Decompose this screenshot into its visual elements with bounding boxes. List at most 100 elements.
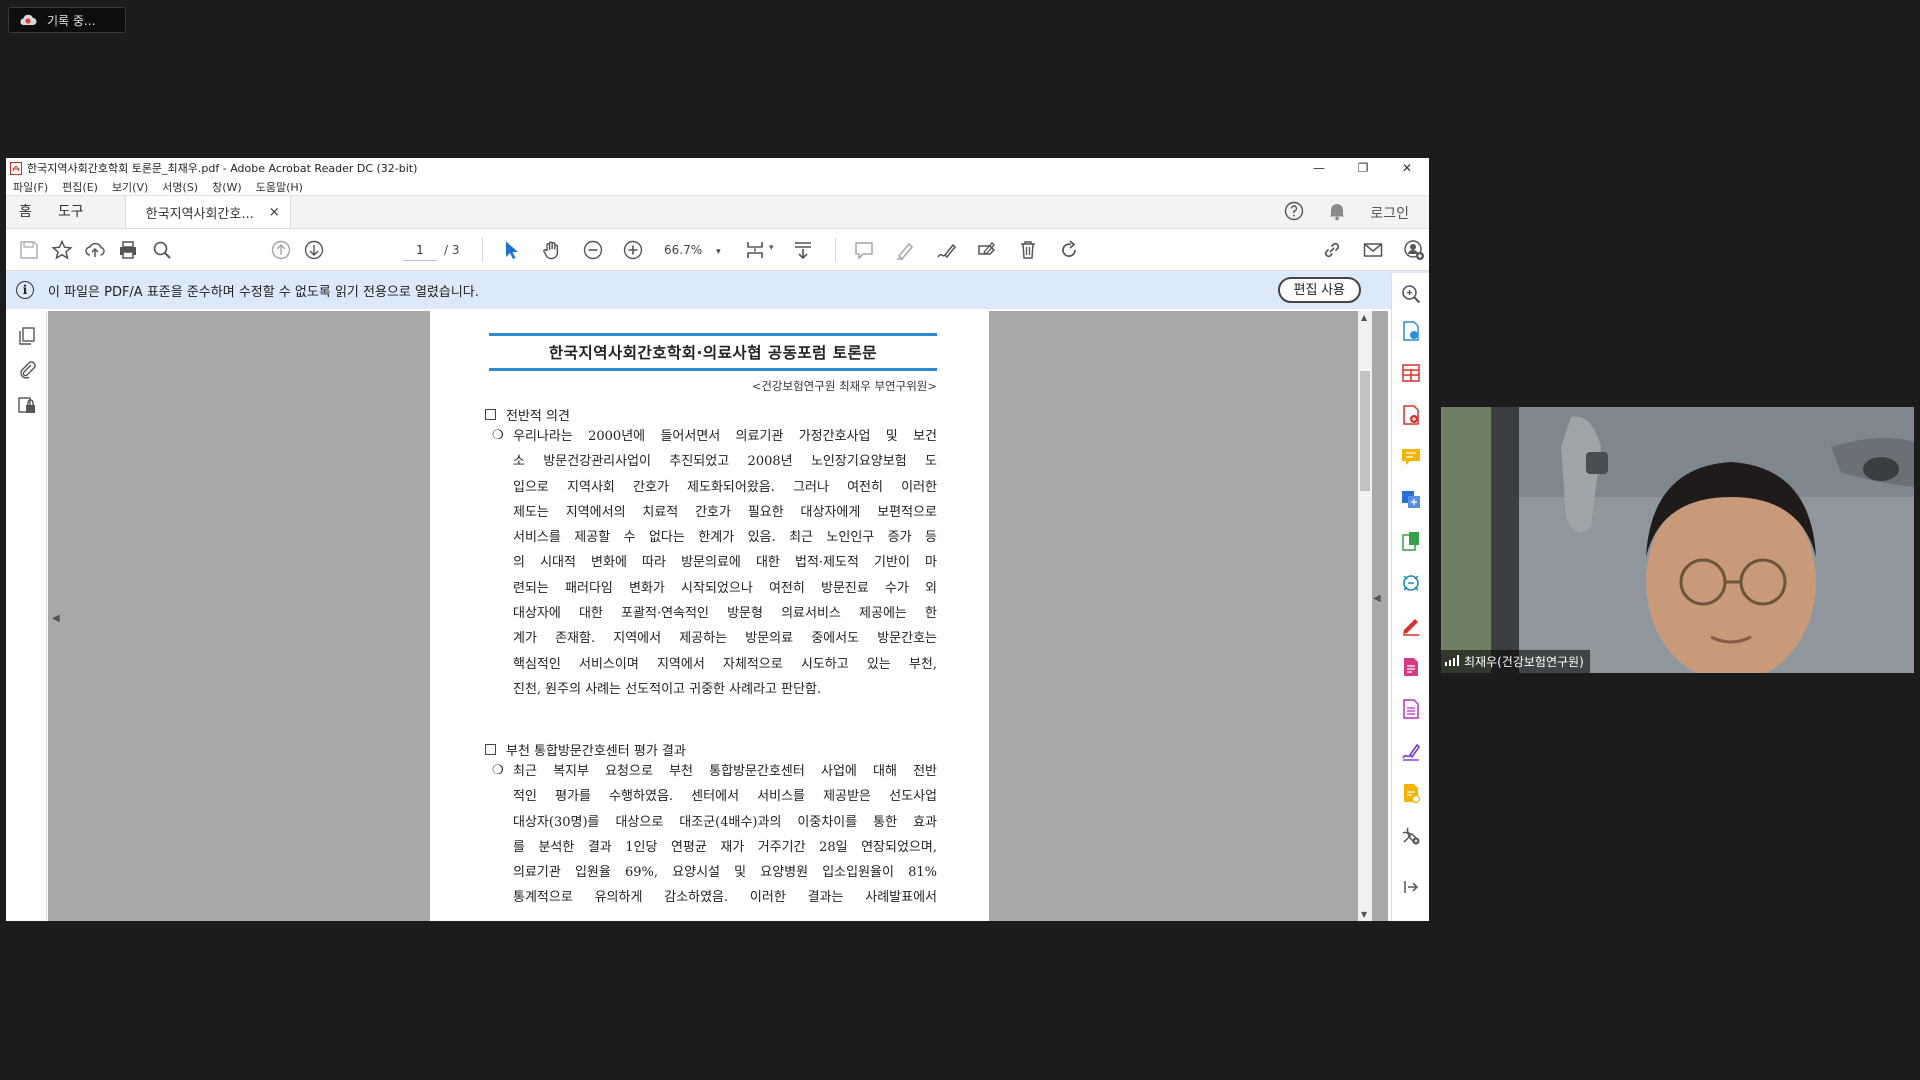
title-rule-top [489, 333, 937, 336]
comment-icon[interactable] [853, 239, 875, 261]
window-title: 한국지역사회간호학회 토론문_최재우.pdf - Adobe Acrobat R… [27, 162, 418, 175]
zoom-search-icon[interactable] [1400, 283, 1422, 305]
close-window-button[interactable]: ✕ [1385, 158, 1429, 178]
tab-home[interactable]: 홈 [6, 196, 45, 228]
menu-file[interactable]: 파일(F) [13, 179, 48, 195]
organize-pages-icon[interactable] [1400, 362, 1422, 384]
text-line: 진천, 원주의 사례는 선도적이고 귀중한 사례라고 판단함. [513, 681, 822, 697]
text-line: 소 방문건강관리사업이 추진되었고 2008년 노인장기요양보험 도 [513, 454, 937, 470]
fill-sign-icon[interactable] [1400, 614, 1422, 636]
participant-video-image [1441, 407, 1914, 673]
email-icon[interactable] [1362, 239, 1384, 261]
share-link-icon[interactable] [1321, 239, 1343, 261]
page-up-icon[interactable] [270, 239, 292, 261]
tab-document[interactable]: 한국지역사회간호... × [124, 196, 291, 228]
text-line: 의 시대적 변화에 따라 방문의료에 대한 법적·제도적 기반이 마 [513, 555, 937, 571]
select-pointer-icon[interactable] [500, 239, 522, 261]
cloud-upload-icon[interactable] [84, 239, 106, 261]
scrollbar-thumb[interactable] [1360, 371, 1370, 491]
pdf-file-icon [10, 161, 22, 175]
info-message: 이 파일은 PDF/A 표준을 준수하며 수정할 수 없도록 읽기 전용으로 열… [48, 284, 479, 300]
text-line: 계가 존재함. 지역에서 제공하는 방문의료 중에서도 방문간호는 [513, 631, 937, 647]
menu-window[interactable]: 창(W) [212, 179, 242, 195]
add-comment-icon[interactable] [1400, 446, 1422, 468]
signin-link[interactable]: 로그인 [1370, 203, 1409, 223]
cloud-record-icon [19, 14, 37, 26]
attachment-icon[interactable] [17, 359, 37, 379]
save-icon[interactable] [18, 239, 40, 261]
bookmark-star-icon[interactable] [51, 239, 73, 261]
fit-chevron-icon[interactable]: ▾ [769, 243, 774, 253]
section-heading-2-text: 부천 통합방문간호센터 평가 결과 [506, 744, 686, 759]
checkbox-square-icon [485, 409, 496, 420]
checkbox-square-icon [485, 744, 496, 755]
send-review-icon[interactable] [1400, 782, 1422, 804]
page-thumbnails-icon[interactable] [17, 326, 37, 346]
minimize-button[interactable]: — [1297, 158, 1341, 178]
scroll-down-arrow-icon[interactable]: ▼ [1361, 910, 1367, 919]
recording-indicator[interactable]: 기록 중... [8, 7, 126, 33]
tab-bar: 홈 도구 한국지역사회간호... × 로그인 [6, 196, 1429, 229]
create-pdf-icon[interactable] [1400, 404, 1422, 426]
text-line: 대상자에 대한 포괄적·연속적인 방문형 의료서비스 제공에는 한 [513, 606, 937, 622]
menu-sign[interactable]: 서명(S) [162, 179, 198, 195]
zoom-out-icon[interactable] [582, 239, 604, 261]
request-signature-icon[interactable] [1400, 740, 1422, 762]
sign-pen-icon[interactable] [935, 239, 957, 261]
zoom-level-dropdown[interactable]: 66.7% ▾ [664, 243, 721, 257]
zoom-in-icon[interactable] [622, 239, 644, 261]
restore-button[interactable]: ❐ [1341, 158, 1385, 178]
bell-icon[interactable] [1328, 201, 1346, 225]
scroll-up-arrow-icon[interactable]: ▲ [1361, 313, 1367, 322]
more-tools-icon[interactable] [1400, 824, 1422, 846]
send-sign-icon[interactable] [976, 239, 998, 261]
menu-view[interactable]: 보기(V) [112, 179, 148, 195]
add-user-icon[interactable] [1403, 239, 1425, 261]
tab-tools[interactable]: 도구 [45, 196, 97, 228]
toolbar-divider [835, 238, 836, 262]
circle-bullet-icon: ❍ [492, 428, 504, 443]
highlight-pen-icon[interactable] [894, 239, 916, 261]
text-line: 서비스를 제공할 수 없다는 한계가 있음. 최근 노인인구 증가 등 [513, 530, 937, 546]
circle-bullet-icon: ❍ [492, 763, 504, 778]
search-icon[interactable] [151, 239, 173, 261]
section-heading-1-text: 전반적 의견 [506, 409, 570, 424]
page-number-input[interactable] [403, 239, 437, 261]
text-line: 우리나라는 2000년에 들어서면서 의료기관 가정간호사업 및 보건 [513, 429, 937, 444]
vertical-scrollbar[interactable]: ▲ ▼ [1358, 311, 1372, 921]
right-panel-collapse-icon[interactable]: ◀ [1373, 593, 1381, 604]
section-2-paragraph: 최근 복지부 요청으로 부천 통합방문간호센터 사업에 대해 전반 적인 평가를… [513, 759, 937, 911]
scroll-mode-icon[interactable] [792, 239, 814, 261]
left-navigation-rail [6, 311, 47, 921]
participant-video[interactable]: 최재우(건강보험연구원) [1441, 407, 1914, 673]
right-tools-rail [1391, 273, 1429, 921]
participant-name-tag: 최재우(건강보험연구원) [1441, 650, 1590, 673]
text-line: 입으로 지역사회 간호가 제도화되어왔음. 그러나 여전히 이러한 [513, 479, 937, 495]
collapse-panel-icon[interactable] [1400, 876, 1422, 898]
text-line: 핵심적인 서비스이며 지역에서 자체적으로 시도하고 있는 부천, [513, 656, 937, 672]
help-icon[interactable] [1284, 201, 1304, 225]
fit-page-icon[interactable] [744, 239, 766, 261]
section-heading-1: 전반적 의견 [485, 405, 570, 424]
export-document-icon[interactable] [1400, 698, 1422, 720]
page-down-icon[interactable] [303, 239, 325, 261]
menu-edit[interactable]: 편집(E) [62, 179, 98, 195]
security-lock-icon[interactable] [17, 395, 37, 415]
compress-pdf-icon[interactable] [1400, 530, 1422, 552]
export-pdf-icon[interactable] [1400, 320, 1422, 342]
combine-files-icon[interactable] [1400, 488, 1422, 510]
hand-tool-icon[interactable] [541, 239, 563, 261]
pdfa-info-bar: i 이 파일은 PDF/A 표준을 준수하며 수정할 수 없도록 읽기 전용으로… [6, 271, 1429, 309]
print-icon[interactable] [117, 239, 139, 261]
edit-pdf-icon[interactable] [1400, 656, 1422, 678]
menu-help[interactable]: 도움말(H) [256, 179, 303, 195]
text-line: 통계적으로 유의하게 감소하였음. 이러한 결과는 사례발표에서 [513, 890, 937, 906]
left-panel-collapse-icon[interactable]: ◀ [52, 613, 60, 624]
delete-icon[interactable] [1017, 239, 1039, 261]
acrobat-window: 한국지역사회간호학회 토론문_최재우.pdf - Adobe Acrobat R… [6, 158, 1429, 921]
text-line: 적인 평가를 수행하였음. 센터에서 서비스를 제공받은 선도사업 [513, 789, 937, 805]
scan-ocr-icon[interactable] [1400, 572, 1422, 594]
rotate-icon[interactable] [1058, 239, 1080, 261]
enable-editing-button[interactable]: 편집 사용 [1277, 277, 1361, 303]
tab-close-button[interactable]: × [269, 205, 280, 220]
